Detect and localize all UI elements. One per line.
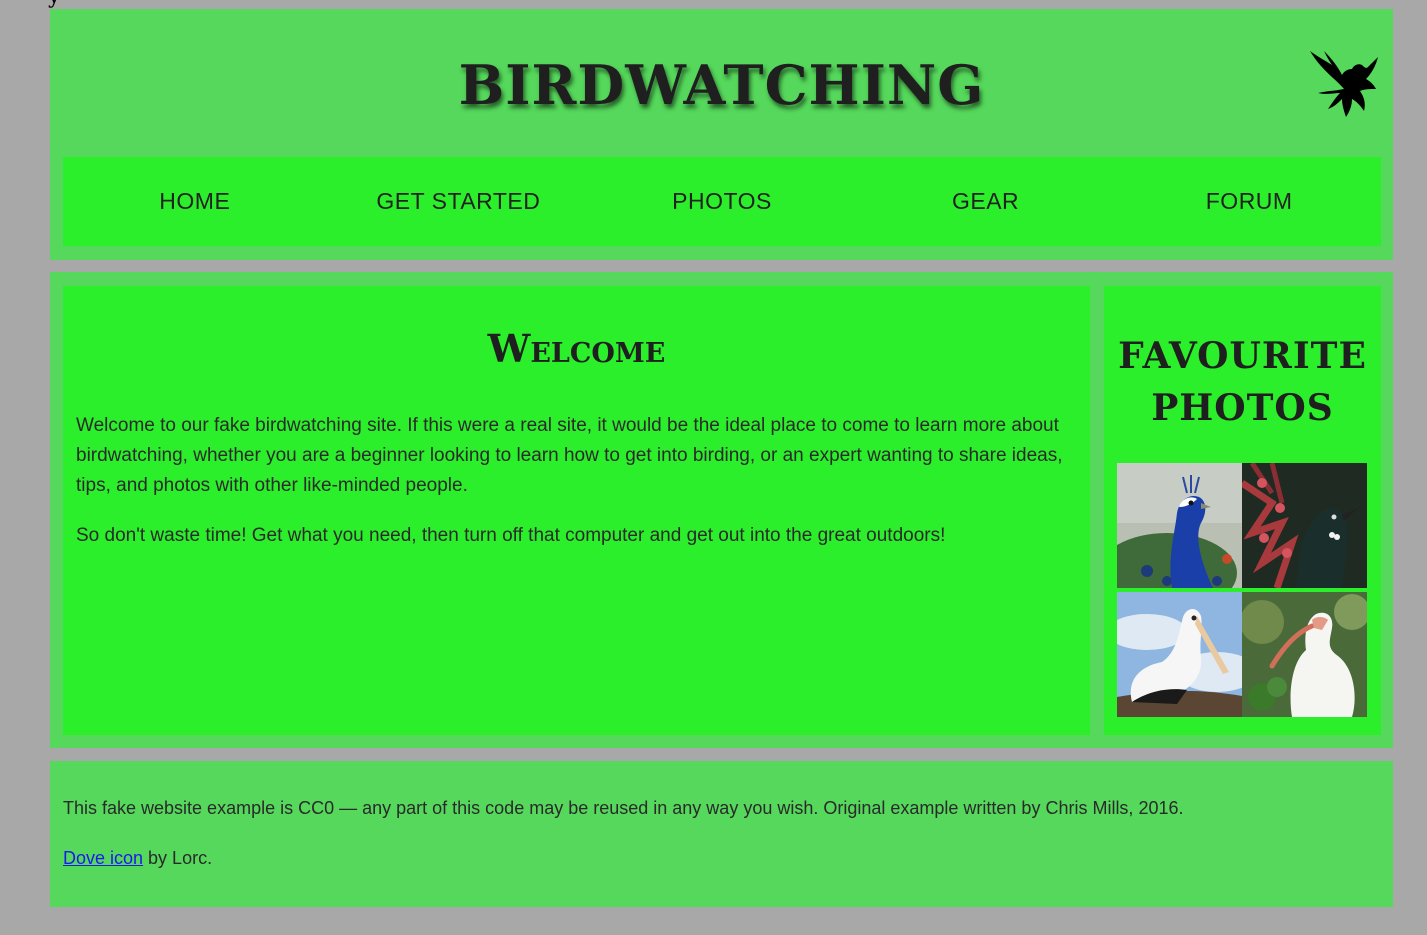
welcome-article: Welcome Welcome to our fake birdwatching…: [63, 286, 1090, 735]
nav-forum[interactable]: FORUM: [1117, 188, 1381, 215]
favourite-photos-sidebar: FAVOURITE PHOTOS: [1104, 286, 1381, 735]
photo-gallery: [1117, 463, 1367, 717]
partial-glyph: y: [48, 0, 60, 9]
license-text: This fake website example is CC0 — any p…: [63, 798, 1184, 818]
peacock-photo[interactable]: [1117, 463, 1242, 588]
welcome-heading: Welcome: [487, 326, 666, 371]
favourite-photos-heading: FAVOURITE PHOTOS: [1118, 335, 1367, 429]
site-title: BIRDWATCHING: [458, 53, 985, 117]
main-content: Welcome Welcome to our fake birdwatching…: [50, 272, 1393, 748]
tui-photo[interactable]: [1242, 463, 1367, 588]
dove-icon: [1308, 49, 1380, 121]
site-footer: This fake website example is CC0 — any p…: [50, 761, 1393, 907]
dove-icon-link[interactable]: Dove icon: [63, 848, 143, 868]
nav-photos[interactable]: PHOTOS: [590, 188, 854, 215]
page-container: BIRDWATCHING HOME GET STARTED PHOTOS GEA…: [50, 9, 1393, 907]
icon-credit-suffix: by Lorc.: [143, 848, 213, 868]
icon-credit: Dove icon by Lorc.: [63, 848, 212, 869]
nav-get-started[interactable]: GET STARTED: [327, 188, 591, 215]
site-header: BIRDWATCHING HOME GET STARTED PHOTOS GEA…: [50, 9, 1393, 260]
nav-gear[interactable]: GEAR: [854, 188, 1118, 215]
welcome-paragraph: Welcome to our fake birdwatching site. I…: [76, 415, 1063, 496]
pelican-photo[interactable]: [1117, 592, 1242, 717]
main-nav: HOME GET STARTED PHOTOS GEAR FORUM: [63, 157, 1381, 246]
outdoors-paragraph: So don't waste time! Get what you need, …: [76, 525, 946, 546]
nav-home[interactable]: HOME: [63, 188, 327, 215]
ibis-photo[interactable]: [1242, 592, 1367, 717]
